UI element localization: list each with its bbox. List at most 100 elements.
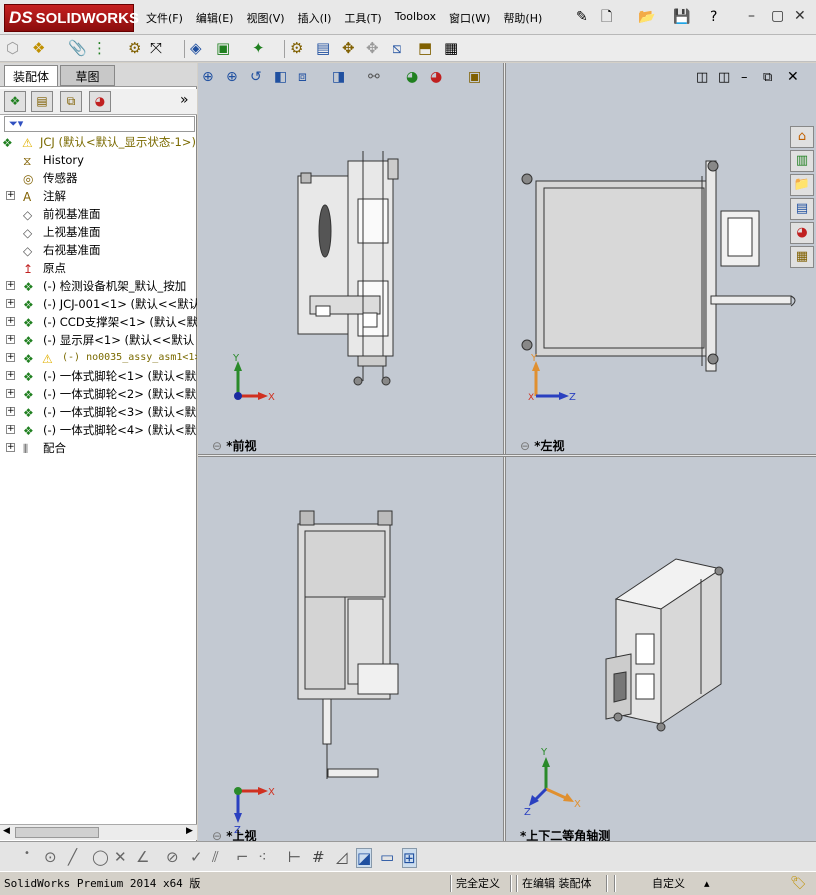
scroll-right-icon[interactable]: ▶ — [186, 826, 193, 836]
menu-window[interactable]: 窗口(W) — [449, 10, 490, 26]
view-palette-icon[interactable]: ▤ — [790, 198, 814, 220]
resources-icon[interactable]: ⌂ — [790, 126, 814, 148]
hide-show-items-icon[interactable]: ◕ — [406, 69, 418, 85]
polygon-icon[interactable]: ◯ — [92, 848, 109, 866]
expand-icon[interactable]: + — [6, 299, 15, 308]
view-display-icon[interactable]: ▭ — [380, 848, 394, 866]
smart-fasteners-icon[interactable]: ⚙ — [128, 39, 141, 57]
expand-icon[interactable]: + — [6, 191, 15, 200]
tab-sketch[interactable]: 草图 — [60, 65, 115, 86]
tree-item[interactable]: + ❖ (-) 一体式脚轮<2> (默认<默 — [0, 385, 197, 403]
expand-icon[interactable]: + — [6, 425, 15, 434]
menu-view[interactable]: 视图(V) — [246, 10, 284, 26]
minimize-icon[interactable]: – — [748, 8, 755, 24]
restore-icon[interactable]: ▢ — [771, 8, 784, 24]
pin-icon[interactable]: ✎ — [576, 9, 588, 25]
point-icon[interactable]: • — [24, 848, 30, 859]
expand-icon[interactable]: + — [6, 281, 15, 290]
display-manager-tab-icon[interactable]: ◕ — [89, 91, 111, 112]
doc-restore-icon[interactable]: ⧉ — [763, 70, 772, 85]
graphics-area[interactable]: ⊕ ⊕ ↺ ◧ ⧈ ◨ ⚯ ◕ ◕ ▣ ◫ ◫ – ⧉ ✕ Y X ⊖ *前视 … — [198, 63, 816, 843]
menu-edit[interactable]: 编辑(E) — [196, 10, 234, 26]
new-document-icon[interactable]: 🗋 — [601, 9, 612, 25]
offset-icon[interactable]: ⊘ — [166, 848, 179, 866]
tree-item[interactable]: ◇ 上视基准面 — [0, 223, 197, 241]
section-view-icon[interactable]: ◧ — [274, 69, 287, 85]
extend-icon[interactable]: ∠ — [136, 848, 149, 866]
trim-icon[interactable]: ✕ — [114, 848, 127, 866]
property-manager-tab-icon[interactable]: ▤ — [31, 91, 53, 112]
link-views-icon[interactable]: ⊖ — [212, 439, 222, 453]
unit-dropdown-icon[interactable]: ▴ — [704, 873, 710, 895]
tree-horizontal-scrollbar[interactable]: ◀ ▶ — [0, 824, 197, 840]
tree-item[interactable]: + ❖ (-) 检测设备机架_默认_按加 — [0, 277, 197, 295]
tree-item[interactable]: ◇ 前视基准面 — [0, 205, 197, 223]
solidworks-logo[interactable]: DS SOLIDWORKS — [4, 4, 139, 32]
edit-component-icon[interactable]: ⬡ — [6, 39, 19, 57]
tab-assembly[interactable]: 装配体 — [4, 65, 59, 86]
view-orientation-icon[interactable]: ◨ — [332, 69, 345, 85]
view-cube-icon[interactable]: ◪ — [356, 848, 373, 868]
isometric-view-model[interactable]: Y X Z — [506, 459, 816, 839]
relations-icon[interactable]: ◿ — [336, 848, 348, 866]
left-view-model[interactable]: Y Z X — [506, 91, 816, 451]
menu-toolbox[interactable]: Toolbox — [395, 10, 436, 26]
save-icon[interactable]: 💾 — [673, 9, 690, 25]
four-view-icon[interactable]: ⊞ — [402, 848, 417, 868]
interference-detection-icon[interactable]: ⧅ — [392, 39, 402, 57]
line-icon[interactable]: ╱ — [68, 848, 77, 866]
exploded-view-icon[interactable]: ✥ — [342, 39, 355, 57]
insert-component-icon[interactable]: ❖ — [32, 39, 45, 57]
expand-icon[interactable]: + — [6, 335, 15, 344]
expand-icon[interactable]: + — [6, 317, 15, 326]
doc-minimize-icon[interactable]: – — [741, 70, 748, 85]
menu-insert[interactable]: 插入(I) — [298, 10, 332, 26]
bill-of-materials-icon[interactable]: ▤ — [316, 39, 330, 57]
tree-item[interactable]: + ❖ (-) CCD支撑架<1> (默认<默认 — [0, 313, 197, 331]
tree-item[interactable]: + ❖ (-) 一体式脚轮<4> (默认<默 — [0, 421, 197, 439]
feature-tree-tab-icon[interactable]: ❖ — [4, 91, 26, 112]
tree-item[interactable]: ⧖ History — [0, 151, 197, 169]
tree-root[interactable]: ❖ ⚠ JCJ (默认<默认_显示状态-1>) — [0, 133, 197, 151]
link-views-icon[interactable]: ⊖ — [520, 439, 530, 453]
expand-icon[interactable]: + — [6, 389, 15, 398]
reference-geometry-icon[interactable]: ✦ — [252, 39, 265, 57]
help-icon[interactable]: ? — [710, 9, 717, 25]
fillet-icon[interactable]: ⌐ — [236, 848, 249, 866]
zoom-area-icon[interactable]: ⊕ — [226, 69, 238, 85]
new-motion-study-icon[interactable]: ⚙ — [290, 39, 303, 57]
expand-icon[interactable]: + — [6, 353, 15, 362]
tree-item[interactable]: + ❖ (-) 一体式脚轮<3> (默认<默 — [0, 403, 197, 421]
expand-icon[interactable]: + — [6, 443, 15, 452]
dimension-icon[interactable]: ⊢ — [288, 848, 301, 866]
appearances-icon[interactable]: ◕ — [790, 222, 814, 244]
move-component-icon[interactable]: ⤧ — [150, 39, 162, 57]
scroll-left-icon[interactable]: ◀ — [3, 826, 10, 836]
assembly-features-icon[interactable]: ▣ — [216, 39, 230, 57]
tree-item[interactable]: + ❖ (-) JCJ-001<1> (默认<<默认 — [0, 295, 197, 313]
chevron-right-icon[interactable]: » — [180, 92, 189, 108]
custom-properties-icon[interactable]: ▦ — [790, 246, 814, 268]
tree-item[interactable]: + ❖ (-) 显示屏<1> (默认<<默认 — [0, 331, 197, 349]
display-style-icon[interactable]: ⚯ — [368, 69, 380, 85]
tree-item[interactable]: ◇ 右视基准面 — [0, 241, 197, 259]
grid-icon[interactable]: # — [312, 848, 325, 866]
expand-icon[interactable]: + — [6, 407, 15, 416]
top-view-model[interactable]: X Z — [198, 459, 502, 839]
convert-icon[interactable]: ✓ — [190, 848, 203, 866]
menu-tools[interactable]: 工具(T) — [344, 10, 381, 26]
mate-icon[interactable]: 📎 — [68, 39, 87, 57]
dynamic-annotation-icon[interactable]: ⧈ — [298, 69, 307, 85]
tree-item[interactable]: + ❖ (-) 一体式脚轮<1> (默认<默 — [0, 367, 197, 385]
filter-input[interactable]: ⏷▾ — [4, 116, 195, 132]
clearance-verification-icon[interactable]: ⬒ — [418, 39, 432, 57]
hole-alignment-icon[interactable]: ▦ — [444, 39, 458, 57]
design-library-icon[interactable]: ▥ — [790, 150, 814, 172]
file-explorer-icon[interactable]: 📁 — [790, 174, 814, 196]
circle-icon[interactable]: ⊙ — [44, 848, 57, 866]
mirror-icon[interactable]: ⫽ — [212, 848, 219, 866]
viewport-layout-icon[interactable]: ◫ — [696, 70, 708, 85]
tree-item[interactable]: ◎ 传感器 — [0, 169, 197, 187]
doc-close-icon[interactable]: ✕ — [787, 69, 799, 85]
front-view-model[interactable]: Y X — [198, 91, 502, 451]
